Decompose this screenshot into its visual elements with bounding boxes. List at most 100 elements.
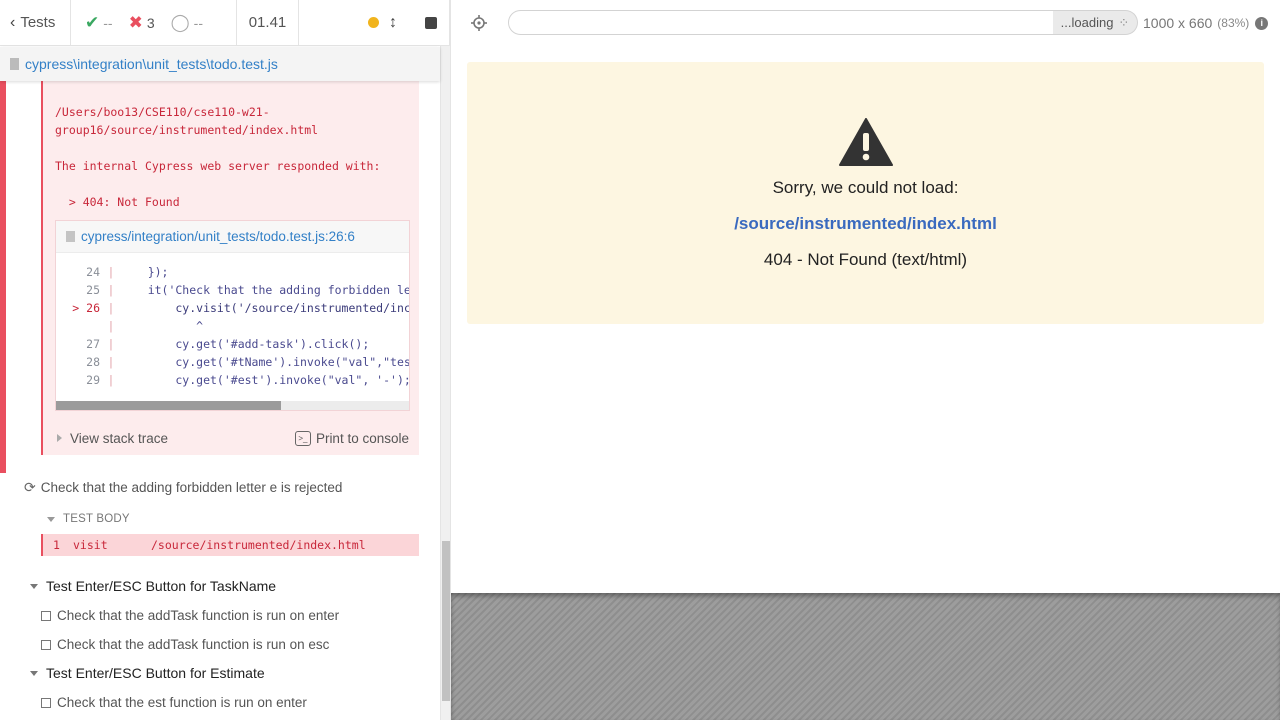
view-stack-trace-label: View stack trace	[70, 430, 169, 446]
reporter-runnables: /Users/boo13/CSE110/cse110-w21- group16/…	[0, 81, 440, 720]
command-name: visit	[73, 538, 108, 552]
circle-notch-icon: ◯	[170, 12, 190, 32]
code-line-number: 25	[86, 283, 100, 297]
running-test-title: Check that the adding forbidden letter e…	[40, 480, 343, 495]
info-icon[interactable]: i	[1255, 16, 1269, 30]
caret-down-icon	[30, 583, 38, 589]
error-path-line-2: group16/source/instrumented/index.html	[55, 123, 319, 137]
code-line-number: 24	[86, 265, 100, 279]
code-line-number: 29	[86, 373, 100, 387]
caret-down-icon	[47, 516, 55, 522]
code-gutter-bar: |	[107, 301, 115, 315]
code-line-source: cy.get('#tName').invoke("val","tes	[120, 355, 410, 369]
code-line: 28 | cy.get('#tName').invoke("val","tes	[56, 353, 410, 371]
pending-test[interactable]: Check that the addTask function is run o…	[41, 608, 339, 623]
test-title: Check that the addTask function is run o…	[57, 637, 330, 652]
test-stats: ✔ -- ✖ 3 ◯ --	[71, 0, 237, 45]
code-gutter-bar: |	[107, 355, 115, 369]
command-number: 1	[53, 538, 60, 552]
code-frame: cypress/integration/unit_tests/todo.test…	[55, 220, 410, 411]
command-row[interactable]: 1 visit /source/instrumented/index.html	[41, 534, 419, 556]
pending-test[interactable]: Check that the addTask function is run o…	[41, 637, 329, 652]
spec-file-bar: cypress\integration\unit_tests\todo.test…	[0, 47, 440, 81]
code-frame-header[interactable]: cypress/integration/unit_tests/todo.test…	[56, 221, 409, 253]
code-gutter-bar: |	[107, 265, 115, 279]
code-line-number: 27	[86, 337, 100, 351]
error-actions: View stack trace >_ Print to console	[43, 421, 419, 455]
x-icon: ✖	[128, 12, 143, 32]
reporter-header: ‹ Tests ✔ -- ✖ 3 ◯ -- 01.41 ↕	[0, 0, 450, 46]
reporter-panel: ‹ Tests ✔ -- ✖ 3 ◯ -- 01.41 ↕ cypress\in…	[0, 0, 450, 720]
code-line: 27 | cy.get('#add-task').click();	[56, 335, 369, 353]
code-scrollbar[interactable]	[56, 401, 409, 410]
reporter-scrollbar-thumb[interactable]	[442, 541, 450, 701]
caret-down-icon	[30, 670, 38, 676]
loading-indicator: ...loading ⁘	[1053, 10, 1138, 35]
warning-icon	[839, 118, 893, 166]
pending-count: --	[193, 14, 203, 31]
error-path-line-1: /Users/boo13/CSE110/cse110-w21-	[55, 105, 270, 119]
suite-title: Test Enter/ESC Button for TaskName	[46, 578, 277, 594]
viewport-size: 1000 x 660	[1143, 15, 1213, 31]
suite-title: Test Enter/ESC Button for Estimate	[46, 665, 265, 681]
error-server-message: The internal Cypress web server responde…	[55, 159, 381, 173]
code-scrollbar-thumb[interactable]	[56, 401, 281, 410]
passed-stat: ✔ --	[85, 13, 113, 33]
suite-taskname[interactable]: Test Enter/ESC Button for TaskName	[30, 578, 276, 594]
refresh-icon: ⟳	[24, 479, 36, 495]
spec-file-path[interactable]: cypress\integration\unit_tests\todo.test…	[25, 56, 278, 72]
square-icon	[41, 697, 51, 708]
check-icon: ✔	[85, 12, 100, 32]
test-body-header[interactable]: TEST BODY	[47, 513, 130, 525]
print-to-console-label: Print to console	[315, 430, 409, 446]
code-line-source: cy.get('#add-task').click();	[120, 337, 370, 351]
file-icon	[10, 58, 19, 70]
terminal-icon: >_	[294, 430, 311, 446]
stop-icon[interactable]	[425, 16, 437, 29]
back-to-tests-button[interactable]: ‹ Tests	[0, 0, 71, 45]
code-line-source: });	[120, 265, 169, 279]
chevron-left-icon: ‹	[10, 13, 16, 31]
auto-scroll-toggle-icon[interactable]: ↕	[389, 14, 397, 32]
print-to-console-button[interactable]: >_ Print to console	[294, 430, 409, 446]
square-icon	[41, 639, 51, 650]
spinner-icon: ⁘	[1118, 14, 1130, 30]
load-error-status: 404 - Not Found (text/html)	[763, 250, 968, 269]
pending-test[interactable]: Check that the est function is run on en…	[41, 695, 307, 710]
test-title: Check that the addTask function is run o…	[57, 608, 340, 623]
aut-background	[451, 593, 1280, 720]
code-line: | ^	[56, 317, 204, 335]
code-line-source: it('Check that the adding forbidden le	[120, 283, 410, 297]
code-line-number: 28	[86, 355, 100, 369]
aut-header: ...loading ⁘ 1000 x 660 (83%) i	[451, 0, 1280, 46]
test-body-label: TEST BODY	[63, 513, 130, 525]
load-error-title: Sorry, we could not load:	[772, 178, 959, 197]
error-status-line: > 404: Not Found	[55, 195, 180, 209]
viewport-info: 1000 x 660 (83%) i	[1143, 0, 1269, 46]
view-stack-trace-toggle[interactable]: View stack trace	[57, 431, 168, 446]
code-line-source: cy.visit('/source/instrumented/inc	[120, 301, 410, 315]
code-gutter-bar: |	[107, 337, 115, 351]
app-under-test-panel: ...loading ⁘ 1000 x 660 (83%) i Sorry, w…	[450, 0, 1280, 720]
aut-iframe: Sorry, we could not load: /source/instru…	[451, 46, 1280, 593]
url-input[interactable]	[508, 10, 1054, 35]
reporter-scrollbar[interactable]	[440, 46, 450, 720]
command-arg: /source/instrumented/index.html	[151, 538, 366, 552]
passed-count: --	[103, 14, 113, 31]
load-error-url: /source/instrumented/index.html	[734, 214, 997, 233]
selector-playground-crosshair-icon[interactable]	[471, 15, 487, 31]
code-line-number: > 26	[72, 301, 100, 315]
run-timer: 01.41	[237, 0, 299, 45]
file-icon	[66, 231, 75, 242]
suite-estimate[interactable]: Test Enter/ESC Button for Estimate	[30, 665, 265, 681]
failed-test-indicator	[0, 81, 6, 473]
code-line: 25 | it('Check that the adding forbidden …	[56, 281, 410, 299]
failed-stat: ✖ 3	[129, 13, 155, 33]
test-title: Check that the est function is run on en…	[57, 695, 307, 710]
running-test[interactable]: ⟳ Check that the adding forbidden letter…	[24, 479, 342, 496]
loading-label: ...loading	[1060, 15, 1114, 30]
code-line-source: ^	[120, 319, 204, 333]
code-gutter-bar: |	[107, 319, 115, 333]
code-frame-file: cypress/integration/unit_tests/todo.test…	[81, 229, 355, 244]
code-line-source: cy.get('#est').invoke("val", '-');	[120, 373, 410, 387]
